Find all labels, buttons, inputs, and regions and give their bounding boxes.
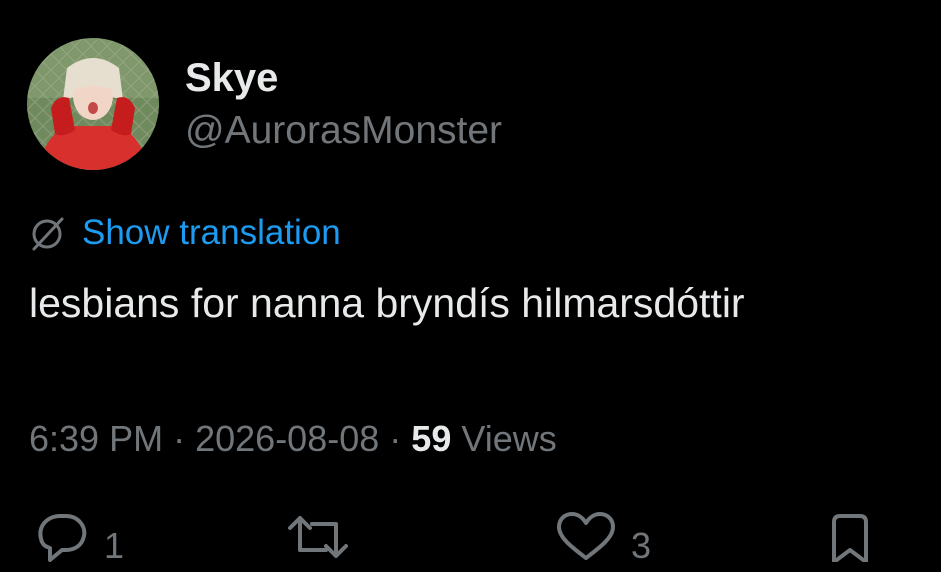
views-label: Views — [461, 418, 557, 459]
like-button[interactable]: 3 — [555, 512, 651, 572]
avatar[interactable] — [27, 38, 159, 170]
avatar-image — [27, 38, 159, 170]
bookmark-icon — [832, 514, 868, 562]
repost-icon — [288, 516, 348, 558]
meta-separator: · — [173, 418, 186, 459]
user-handle[interactable]: @AurorasMonster — [185, 107, 502, 155]
show-translation-button[interactable]: Show translation — [28, 210, 341, 256]
tweet-text: lesbians for nanna bryndís hilmarsdóttir — [29, 280, 745, 326]
reply-button[interactable]: 1 — [28, 512, 124, 572]
tweet-date[interactable]: 2026-08-08 — [195, 418, 379, 459]
tweet-meta: 6:39 PM · 2026-08-08 · 59 Views — [29, 413, 557, 465]
reply-icon — [38, 514, 87, 562]
meta-separator: · — [389, 418, 402, 459]
display-name[interactable]: Skye — [185, 54, 278, 102]
action-bar: 1 3 — [0, 506, 941, 566]
views-count: 59 — [411, 418, 452, 459]
show-translation-label: Show translation — [82, 213, 341, 252]
tweet-time[interactable]: 6:39 PM — [29, 418, 163, 459]
reply-count: 1 — [104, 525, 125, 566]
bookmark-button[interactable] — [826, 512, 874, 562]
like-count: 3 — [631, 525, 652, 566]
heart-icon — [557, 512, 615, 560]
globe-slash-icon — [32, 217, 64, 251]
repost-button[interactable] — [286, 512, 350, 562]
